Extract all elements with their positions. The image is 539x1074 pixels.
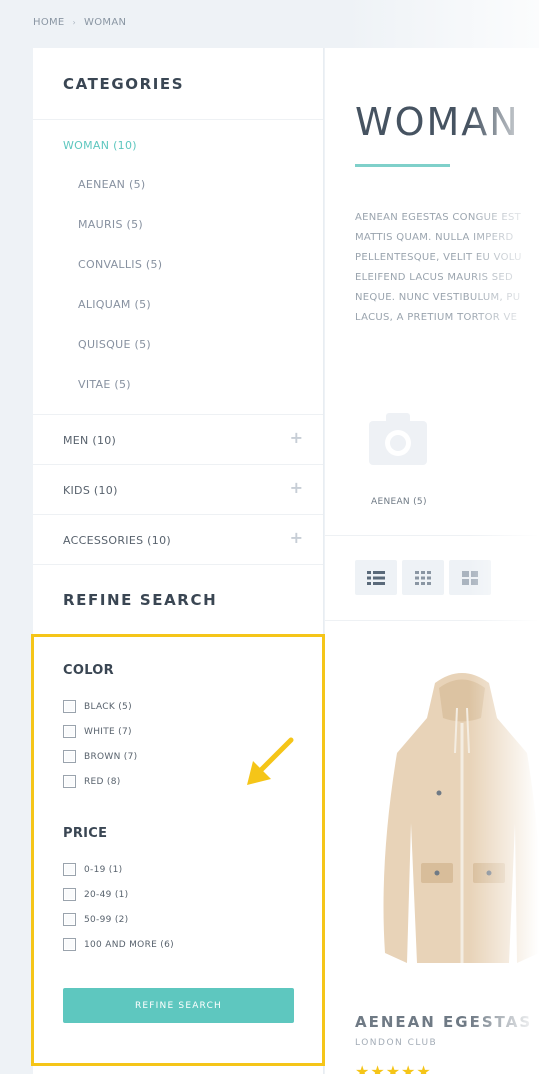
product-name[interactable]: AENEAN EGESTAS <box>355 1013 532 1031</box>
header-fade <box>345 0 539 48</box>
price-filter-title: PRICE <box>63 826 108 841</box>
page-title: WOMAN <box>355 100 520 144</box>
large-grid-view-button[interactable] <box>449 560 491 595</box>
filter-price-20-49[interactable]: 20-49 (1) <box>63 888 128 901</box>
filter-color-red[interactable]: RED (8) <box>63 775 121 788</box>
subcategory-quisque[interactable]: QUISQUE (5) <box>78 338 151 351</box>
product-brand: LONDON CLUB <box>355 1038 438 1048</box>
camera-icon[interactable] <box>369 413 427 465</box>
refine-search-title: REFINE SEARCH <box>63 591 218 609</box>
refine-search-button[interactable]: REFINE SEARCH <box>63 988 294 1023</box>
divider <box>33 564 323 565</box>
arrow-pointer-icon <box>247 737 294 785</box>
checkbox[interactable] <box>63 725 76 738</box>
filter-color-black[interactable]: BLACK (5) <box>63 700 132 713</box>
divider <box>325 620 539 621</box>
refine-search-panel: COLOR BLACK (5) WHITE (7) BROWN (7) RED … <box>31 634 325 1066</box>
category-kids[interactable]: KIDS (10) <box>63 484 118 497</box>
list-view-button[interactable] <box>355 560 397 595</box>
filter-color-white[interactable]: WHITE (7) <box>63 725 132 738</box>
filter-price-100-more[interactable]: 100 AND MORE (6) <box>63 938 174 951</box>
product-image-jacket[interactable] <box>377 663 539 973</box>
subcategory-convallis[interactable]: CONVALLIS (5) <box>78 258 162 271</box>
divider <box>325 535 539 536</box>
expand-men-plus-icon[interactable]: + <box>290 428 303 447</box>
filter-price-50-99[interactable]: 50-99 (2) <box>63 913 128 926</box>
expand-accessories-plus-icon[interactable]: + <box>290 528 303 547</box>
subcategory-vitae[interactable]: VITAE (5) <box>78 378 131 391</box>
large-grid-icon <box>462 570 478 585</box>
subcategory-mauris[interactable]: MAURIS (5) <box>78 218 143 231</box>
categories-title: CATEGORIES <box>63 75 185 93</box>
subcategory-card-label[interactable]: AENEAN (5) <box>371 497 427 507</box>
grid-view-button[interactable] <box>402 560 444 595</box>
color-filter-title: COLOR <box>63 663 114 678</box>
expand-kids-plus-icon[interactable]: + <box>290 478 303 497</box>
breadcrumb-separator-icon: › <box>72 18 77 27</box>
subcategory-aenean[interactable]: AENEAN (5) <box>78 178 146 191</box>
category-accessories[interactable]: ACCESSORIES (10) <box>63 534 171 547</box>
divider <box>33 514 323 515</box>
checkbox[interactable] <box>63 938 76 951</box>
breadcrumb-current: WOMAN <box>84 17 127 28</box>
divider <box>33 414 323 415</box>
subcategory-aliquam[interactable]: ALIQUAM (5) <box>78 298 151 311</box>
filter-color-brown[interactable]: BROWN (7) <box>63 750 137 763</box>
category-description: AENEAN EGESTAS CONGUE EST MATTIS QUAM. N… <box>355 212 522 323</box>
filter-price-0-19[interactable]: 0-19 (1) <box>63 863 122 876</box>
product-rating-stars: ★★★★★ <box>355 1062 432 1074</box>
divider <box>33 464 323 465</box>
checkbox[interactable] <box>63 888 76 901</box>
main-content: WOMAN AENEAN EGESTAS CONGUE EST MATTIS Q… <box>325 48 539 1074</box>
breadcrumb-home[interactable]: HOME <box>33 17 65 28</box>
title-underline <box>355 164 450 167</box>
checkbox[interactable] <box>63 750 76 763</box>
checkbox[interactable] <box>63 863 76 876</box>
checkbox[interactable] <box>63 700 76 713</box>
breadcrumb: HOME › WOMAN <box>33 17 126 28</box>
category-woman[interactable]: WOMAN (10) <box>63 139 137 152</box>
grid-icon <box>415 570 431 585</box>
divider <box>33 119 323 120</box>
checkbox[interactable] <box>63 775 76 788</box>
category-men[interactable]: MEN (10) <box>63 434 116 447</box>
list-icon <box>367 570 385 585</box>
checkbox[interactable] <box>63 913 76 926</box>
